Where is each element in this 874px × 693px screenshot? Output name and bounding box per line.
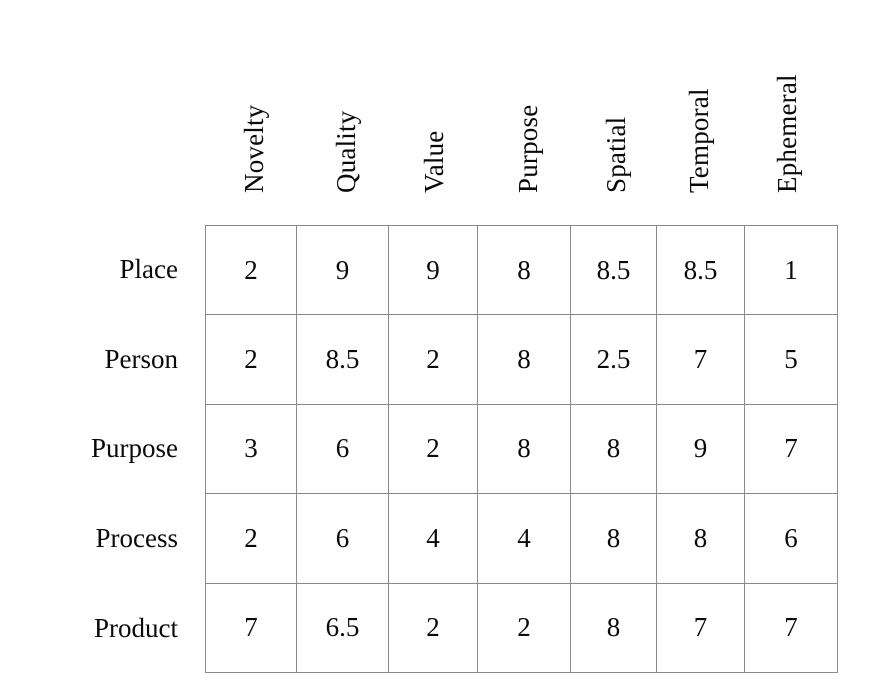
criteria-matrix-table: 2 9 9 8 8.5 8.5 1 2 8.5 2 8 2.5 7 5 3 6 …	[205, 224, 838, 674]
matrix-cell: 2.5	[570, 314, 657, 405]
matrix-cell: 3	[205, 403, 297, 495]
matrix-cell: 8	[570, 493, 657, 584]
matrix-cell: 7	[744, 403, 838, 495]
matrix-cell: 2	[205, 493, 297, 584]
criteria-matrix-figure: Novelty Quality Value Purpose Spatial Te…	[0, 0, 874, 693]
matrix-cell: 2	[477, 582, 571, 674]
row-label-process: Process	[0, 494, 179, 584]
table-row: 2 9 9 8 8.5 8.5 1	[205, 224, 838, 316]
row-label-product: Product	[0, 583, 178, 673]
matrix-cell: 2	[205, 224, 297, 316]
matrix-cell: 9	[388, 224, 478, 316]
matrix-cell: 1	[744, 224, 838, 316]
column-header-label: Quality	[331, 110, 361, 193]
matrix-cell: 2	[205, 314, 297, 405]
matrix-cell: 5	[744, 314, 838, 405]
matrix-cell: 7	[656, 314, 745, 405]
row-label-text: Purpose	[91, 433, 178, 464]
matrix-cell: 6	[296, 493, 389, 584]
matrix-cell: 4	[388, 493, 478, 584]
matrix-cell: 8	[477, 224, 571, 316]
row-label-person: Person	[0, 315, 179, 405]
column-header-label: Temporal	[684, 88, 714, 193]
row-label-text: Place	[119, 254, 178, 285]
column-header-label: Spatial	[601, 116, 631, 193]
row-label-text: Process	[95, 523, 179, 554]
matrix-cell: 2	[388, 314, 478, 405]
matrix-cell: 8.5	[296, 314, 389, 405]
row-label-purpose: Purpose	[0, 404, 178, 494]
matrix-cell: 6.5	[296, 582, 389, 674]
matrix-cell: 8.5	[656, 224, 745, 316]
matrix-cell: 9	[296, 224, 389, 316]
column-header-label: Value	[419, 130, 449, 193]
matrix-cell: 8	[570, 403, 657, 495]
matrix-cell: 2	[388, 403, 478, 495]
table-row: 3 6 2 8 8 9 7	[205, 403, 838, 495]
matrix-cell: 2	[388, 582, 478, 674]
matrix-cell: 8	[477, 403, 571, 495]
row-label-group: Place Person Purpose Process Product	[0, 225, 178, 673]
table-row: 2 8.5 2 8 2.5 7 5	[205, 314, 838, 405]
matrix-cell: 4	[477, 493, 571, 584]
column-header-label: Novelty	[239, 104, 269, 193]
matrix-cell: 7	[656, 582, 745, 674]
table-row: 2 6 4 4 8 8 6	[205, 493, 838, 584]
matrix-cell: 9	[656, 403, 745, 495]
matrix-cell: 6	[744, 493, 838, 584]
table-row: 7 6.5 2 2 8 7 7	[205, 582, 838, 674]
matrix-cell: 8	[570, 582, 657, 674]
matrix-cell: 7	[205, 582, 297, 674]
row-label-text: Product	[94, 612, 178, 643]
matrix-cell: 6	[296, 403, 389, 495]
column-header-group: Novelty Quality Value Purpose Spatial Te…	[205, 0, 837, 225]
matrix-cell: 8	[656, 493, 745, 584]
matrix-cell: 7	[744, 582, 838, 674]
row-label-text: Person	[104, 343, 179, 374]
matrix-cell: 8	[477, 314, 571, 405]
matrix-cell: 8.5	[570, 224, 657, 316]
column-header-label: Purpose	[513, 104, 543, 193]
row-label-place: Place	[0, 225, 178, 315]
column-header-label: Ephemeral	[772, 74, 802, 193]
